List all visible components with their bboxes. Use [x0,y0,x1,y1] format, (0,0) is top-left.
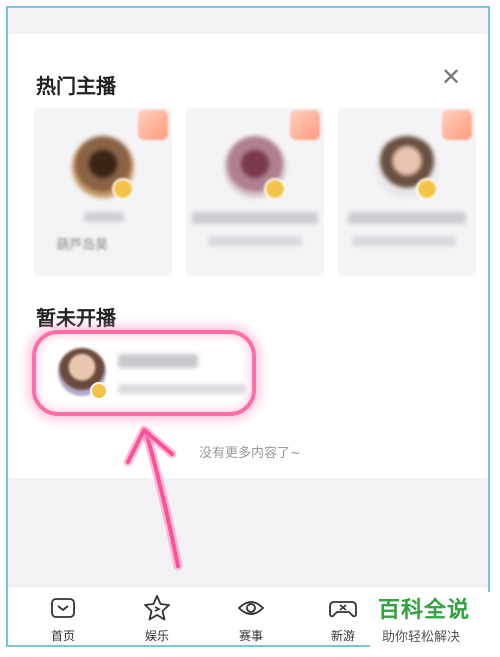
live-badge-icon [442,110,472,140]
watermark-title: 百科全说 [378,598,471,623]
anchor-card[interactable]: 葫芦岛昊 [34,108,172,276]
level-icon [416,178,438,200]
anchor-card[interactable] [186,108,324,276]
offline-title: 暂未开播 [36,306,116,330]
level-icon [112,178,134,200]
watermark-subtitle: 助你轻松解决 [382,630,461,645]
close-button[interactable]: ✕ [438,64,464,90]
anchor-name: 葫芦岛昊 [56,238,109,253]
live-badge-icon [290,110,320,140]
hot-anchors-title: 热门主播 [36,74,116,98]
anchor-desc-blurred [208,236,302,246]
no-more-text: 没有更多内容了~ [199,446,301,461]
watermark: 百科全说 助你轻松解决 [370,592,492,652]
star-icon [144,595,170,621]
level-icon [264,178,286,200]
anchor-tag [84,212,124,222]
empty-area [8,478,488,586]
home-icon [51,598,75,618]
eye-icon [237,601,265,615]
tab-label: 赛事 [238,629,263,643]
tab-entertainment[interactable]: 娱乐 [122,593,192,645]
tab-new-games[interactable]: 新游 [308,593,378,645]
highlight-annotation [32,330,256,416]
anchor-card[interactable] [338,108,476,276]
gamepad-icon [329,601,357,618]
tab-label: 首页 [50,629,75,643]
tab-home[interactable]: 首页 [28,593,98,645]
live-badge-icon [138,110,168,140]
tab-label: 娱乐 [144,629,169,643]
close-icon: ✕ [440,63,462,91]
anchor-name-blurred [348,212,466,224]
app-frame: 热门主播 ✕ 葫芦岛昊 暂未开播 没有更多内容了~ 首页 娱乐 赛事 新游 [6,6,490,647]
tab-events[interactable]: 赛事 [216,593,286,645]
tab-label: 新游 [330,629,355,643]
anchor-name-blurred [192,212,318,224]
hot-anchor-list: 葫芦岛昊 [34,108,476,278]
anchor-desc-blurred [352,236,456,246]
top-strip [8,8,488,34]
